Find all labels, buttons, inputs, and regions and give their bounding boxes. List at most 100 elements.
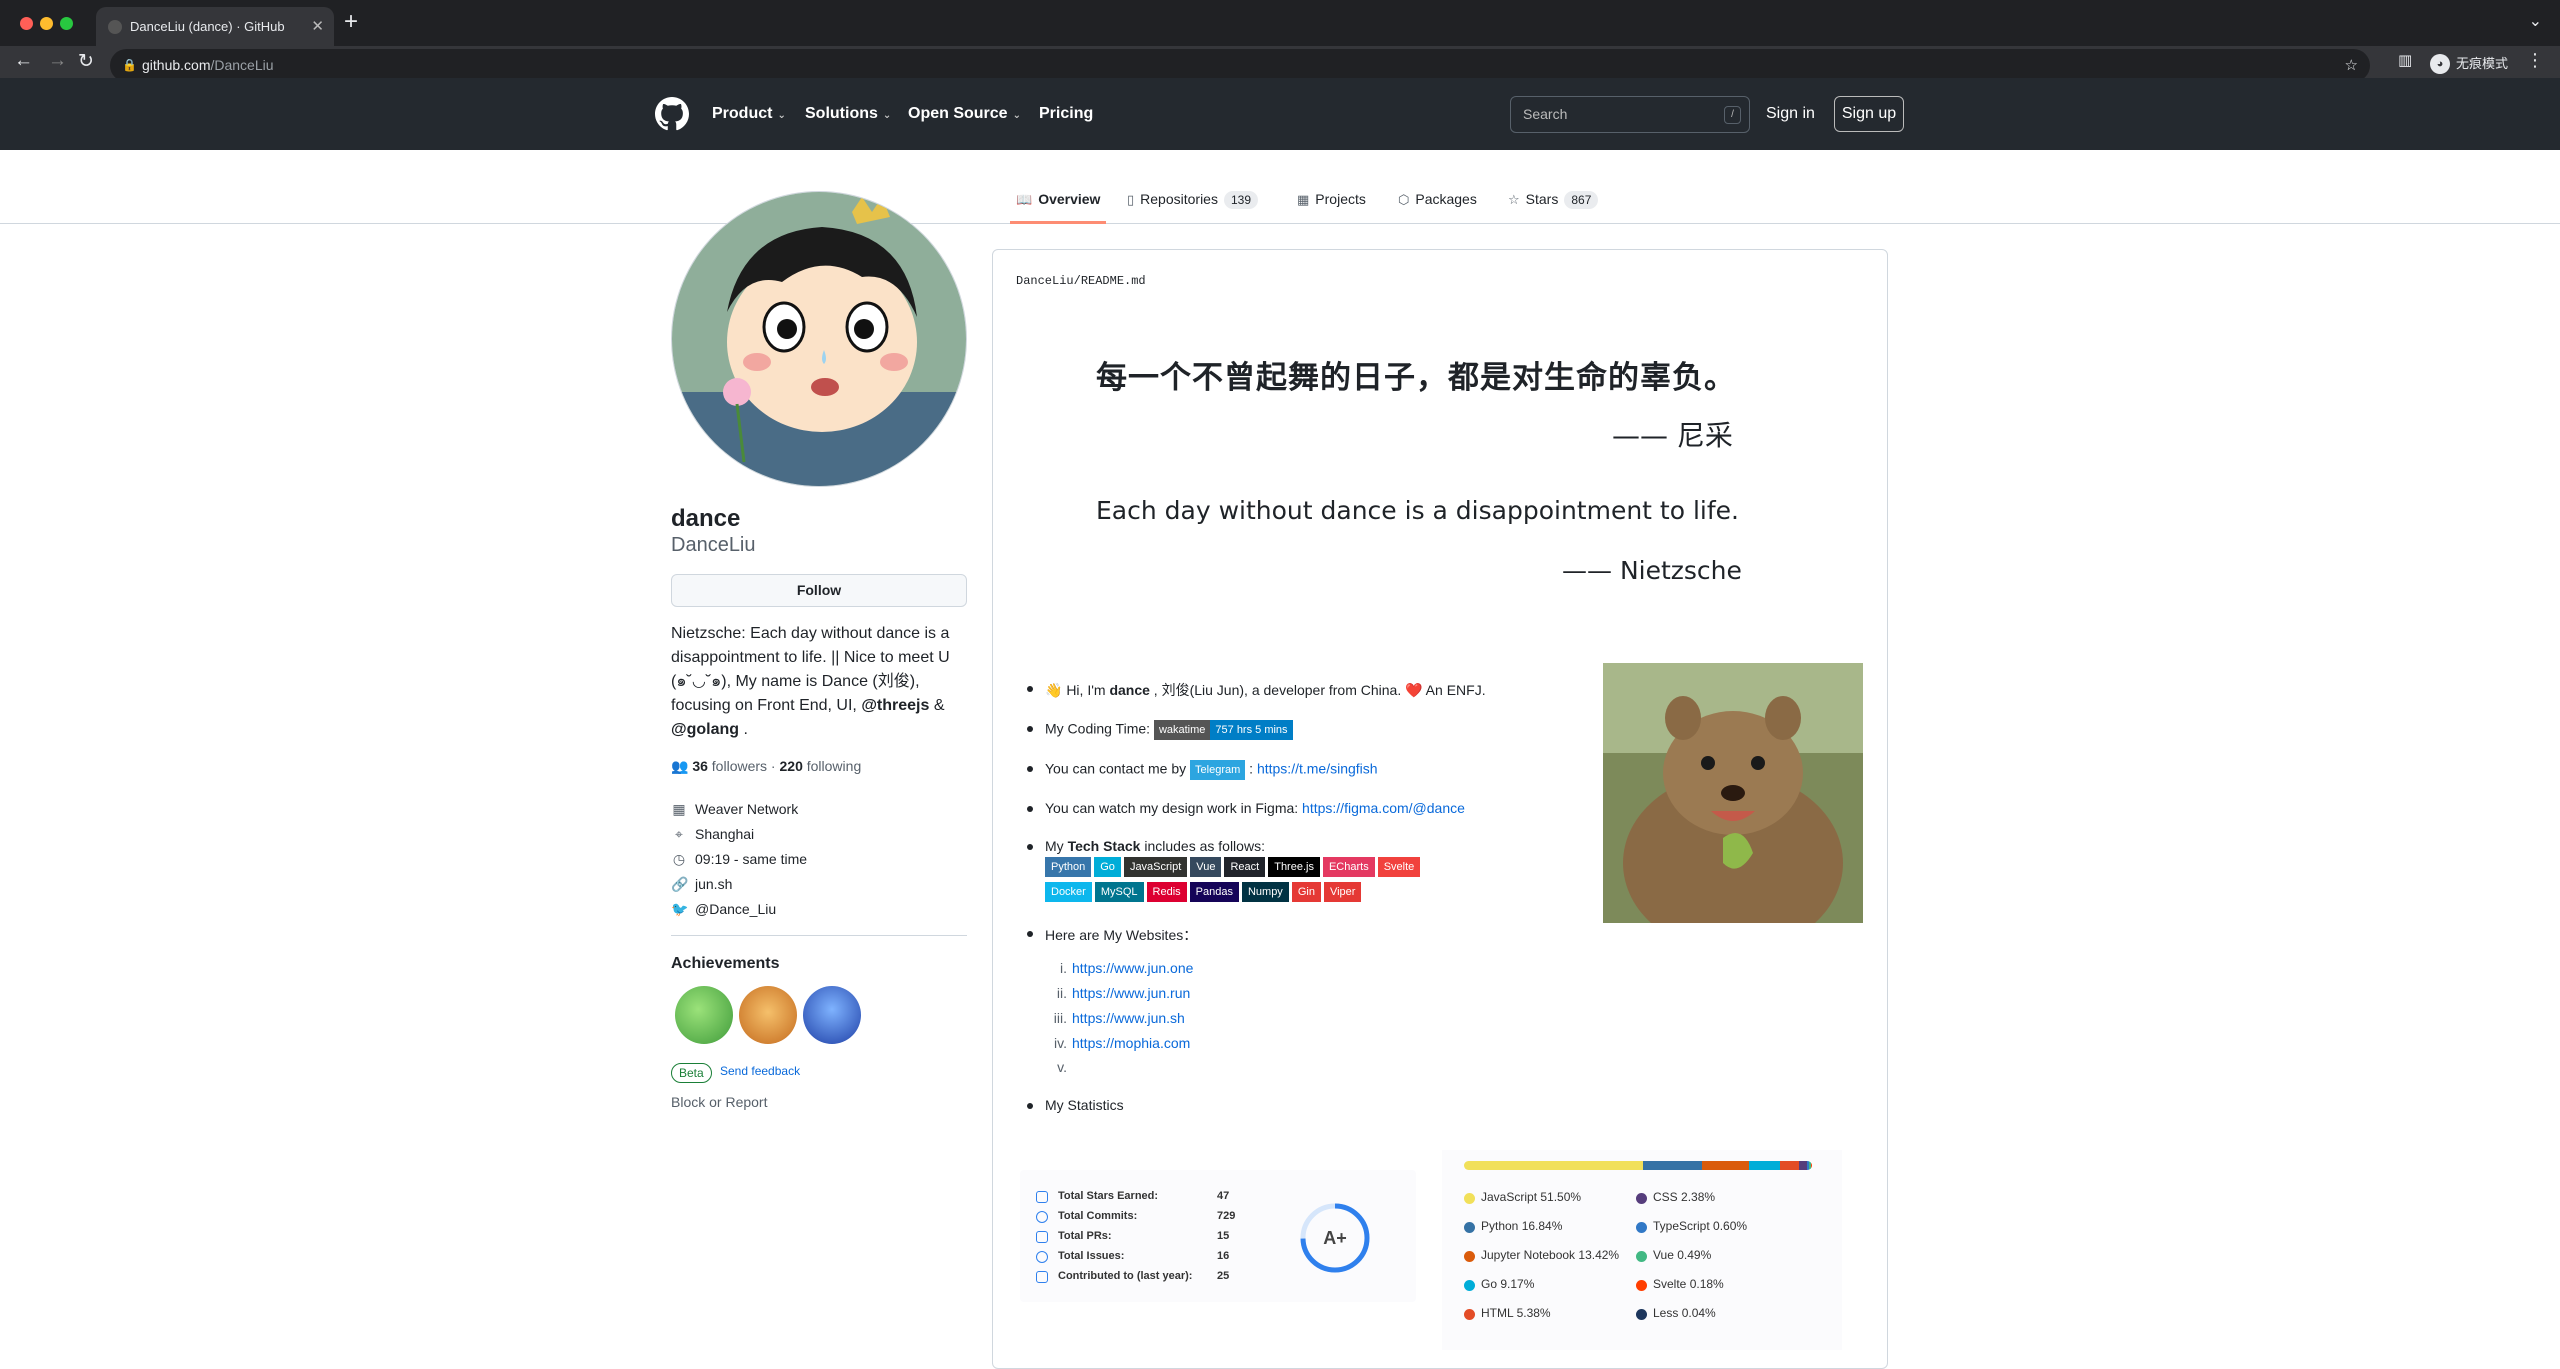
following-link[interactable]: 220 following [780,758,862,774]
language-name: JavaScript [1481,1190,1540,1204]
search-input[interactable]: Search / [1510,96,1750,133]
stat-value: 16 [1217,1250,1229,1262]
wakatime-badge[interactable]: wakatime757 hrs 5 mins [1154,720,1293,740]
tab-repositories[interactable]: ▯Repositories139 [1127,178,1258,224]
forward-icon[interactable]: → [48,50,67,72]
tech-badge-viper: Viper [1324,882,1361,902]
website-link[interactable]: https://www.jun.sh [1072,1010,1185,1026]
stat-label: Total Commits: [1058,1210,1137,1222]
minimize-window-button[interactable] [40,17,53,30]
achievement-yolo-icon[interactable] [739,986,797,1044]
chevron-down-icon: ⌄ [777,110,785,121]
readme-tech-stack-item: My Tech Stack includes as follows: [1045,838,1265,854]
avatar-illustration [672,192,967,487]
book-icon: 📖 [1016,192,1032,207]
language-name: Python [1481,1219,1522,1233]
website-link[interactable]: https://www.jun.one [1072,960,1193,976]
tech-badge-vue: Vue [1190,857,1221,877]
sign-in-link[interactable]: Sign in [1766,78,1815,150]
issue-icon [1036,1251,1048,1263]
language-name: Vue [1653,1248,1677,1262]
send-feedback-link[interactable]: Send feedback [720,1064,800,1078]
repo-icon: ▯ [1127,192,1134,207]
language-percent: 16.84% [1522,1219,1563,1233]
github-logo-icon[interactable] [655,97,689,131]
achievements-heading: Achievements [671,955,780,973]
nav-solutions[interactable]: Solutions⌄ [805,78,891,150]
nav-pricing[interactable]: Pricing [1039,78,1093,150]
stat-label: Total Issues: [1058,1250,1124,1262]
bio-text-end: . [739,721,748,738]
tab-projects[interactable]: ▦Projects [1297,178,1366,224]
language-color-dot [1464,1222,1475,1233]
sign-up-button[interactable]: Sign up [1834,96,1904,132]
tech-badge-numpy: Numpy [1242,882,1289,902]
top-languages-card: JavaScript 51.50%CSS 2.38%Python 16.84%T… [1442,1150,1842,1350]
readme-file-link[interactable]: README.md [1081,274,1146,288]
readme-owner-link[interactable]: DanceLiu [1016,274,1074,288]
wakatime-badge-value: 757 hrs 5 mins [1210,720,1292,740]
language-legend-item: TypeScript 0.60% [1636,1219,1747,1233]
browser-tab[interactable]: DanceLiu (dance) · GitHub ✕ [96,7,334,46]
contact-label: You can contact me by [1045,761,1186,777]
pull-request-icon [1036,1231,1048,1243]
bio-org-threejs[interactable]: @threejs [861,697,929,714]
tab-overview[interactable]: 📖Overview [1010,178,1106,224]
bio-org-golang[interactable]: @golang [671,721,739,738]
browser-menu-icon[interactable]: ⋮ [2526,50,2544,71]
language-name: TypeScript [1653,1219,1713,1233]
language-name: CSS [1653,1190,1681,1204]
website-link[interactable]: jun.sh [695,876,732,892]
language-legend-item: Less 0.04% [1636,1306,1716,1320]
website-link[interactable]: https://mophia.com [1072,1035,1190,1051]
figma-label: You can watch my design work in Figma: [1045,800,1302,816]
stat-label: Total Stars Earned: [1058,1190,1158,1202]
language-bar-segment [1464,1161,1643,1170]
language-percent: 2.38% [1681,1190,1715,1204]
figma-link[interactable]: https://figma.com/@dance [1302,800,1465,816]
people-icon: 👥 [671,758,688,774]
github-stats-card: Total Stars Earned: 47 Total Commits: 72… [1020,1170,1416,1302]
back-icon[interactable]: ← [14,50,33,72]
nav-product[interactable]: Product⌄ [712,78,786,150]
tab-packages[interactable]: ⬡Packages [1398,178,1477,224]
stat-label: Contributed to (last year): [1058,1270,1192,1282]
twitter-link[interactable]: @Dance_Liu [695,901,776,917]
incognito-indicator[interactable]: ◕ 无痕模式 [2428,49,2508,79]
repositories-count: 139 [1224,191,1258,209]
telegram-link[interactable]: https://t.me/singfish [1257,761,1378,777]
language-color-dot [1636,1222,1647,1233]
vcard-website[interactable]: 🔗jun.sh [671,876,732,893]
language-bar-segment [1702,1161,1749,1170]
maximize-window-button[interactable] [60,17,73,30]
quote-chinese-author: —— 尼采 [1612,414,1733,454]
language-color-dot [1464,1280,1475,1291]
reload-icon[interactable]: ↻ [78,50,94,73]
tab-search-chevron-icon[interactable]: ⌄ [2529,11,2542,31]
website-number: v. [1057,1059,1067,1075]
block-or-report-link[interactable]: Block or Report [671,1094,767,1110]
close-tab-icon[interactable]: ✕ [311,7,324,46]
websites-label: Here are My Websites： [1045,927,1197,943]
avatar[interactable] [671,191,967,487]
nav-open-source[interactable]: Open Source⌄ [908,78,1021,150]
tech-stack-post: includes as follows: [1140,838,1265,854]
website-list-item: i.https://www.jun.one [1072,960,1193,976]
achievement-pair-extraordinaire-icon[interactable] [675,986,733,1044]
website-link[interactable]: https://www.jun.run [1072,985,1190,1001]
vcard-twitter[interactable]: 🐦@Dance_Liu [671,901,776,918]
telegram-badge[interactable]: Telegram [1190,760,1245,780]
language-name: Go [1481,1277,1500,1291]
achievement-arctic-code-vault-icon[interactable] [803,986,861,1044]
new-tab-icon[interactable]: + [344,8,358,36]
followers-label: followers [712,758,767,774]
follow-button[interactable]: Follow [671,574,967,607]
quokka-illustration [1603,663,1863,923]
location-text: Shanghai [695,826,754,842]
vcard-company: ▦Weaver Network [671,801,798,818]
readme-intro-item: 👋 Hi, I'm dance , 刘俊(Liu Jun), a develop… [1045,680,1486,700]
close-window-button[interactable] [20,17,33,30]
tab-stars[interactable]: ☆Stars867 [1508,178,1598,224]
side-panel-icon[interactable]: ▥ [2398,51,2412,69]
followers-link[interactable]: 36 followers [692,758,767,774]
